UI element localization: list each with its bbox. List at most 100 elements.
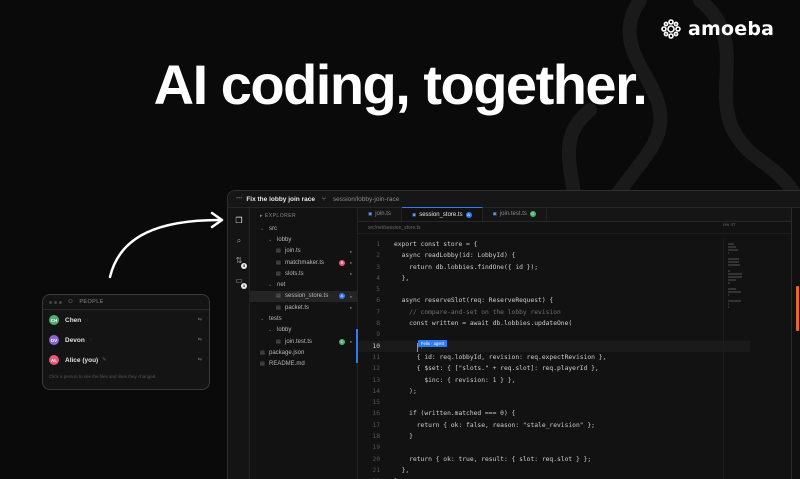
avatar: AL [49, 355, 59, 365]
tree-label: src [269, 225, 277, 232]
modified-dot-icon: ● [349, 248, 352, 254]
code-text: { $set: { ["slots." + req.slot]: req.pla… [394, 365, 599, 373]
chat-icon[interactable]: ▭ 1 [234, 276, 247, 289]
change-gutter-marker [356, 351, 358, 364]
tree-file[interactable]: ▤ slots.ts ● [250, 268, 357, 279]
line-number: 6 [376, 297, 380, 305]
minimap-line [728, 261, 739, 263]
code-line[interactable]: 9 [356, 329, 750, 341]
code-line[interactable]: 10 //Felix · agent [356, 339, 750, 352]
line-number: 7 [376, 308, 380, 316]
code-text: return { ok: true, result: { slot: req.s… [394, 455, 592, 463]
code-line[interactable]: 11 { id: req.lobbyId, revision: req.expe… [356, 351, 750, 364]
code-line[interactable]: 1 export const store = { [358, 239, 750, 250]
people-panel-header: ⚇ PEOPLE [43, 295, 209, 310]
code-line[interactable]: 21 }, [358, 465, 750, 476]
code-line[interactable]: 6 async reserveSlot(req: ReserveRequest)… [358, 295, 750, 306]
tree-label: net [277, 282, 286, 289]
code-line[interactable]: 2 async readLobby(id: LobbyId) { [358, 250, 750, 261]
code-line[interactable]: 13 $inc: { revision: 1 } }, [358, 375, 750, 386]
modified-dot-icon: ● [349, 271, 352, 277]
tree-file[interactable]: ▤ join.test.ts C ● [250, 336, 357, 347]
tree-folder[interactable]: ⌄ tests [250, 313, 357, 324]
line-number: 11 [372, 353, 380, 361]
branch-name: session/lobby-join-race [332, 195, 400, 203]
search-icon[interactable]: ⌕ [234, 236, 244, 246]
minimap-line [728, 246, 736, 248]
tree-file[interactable]: ▤ join.ts ● [250, 246, 357, 257]
code-line[interactable]: 4 }, [358, 273, 750, 284]
tree-folder[interactable]: ⌄ net [250, 279, 357, 290]
line-number: 4 [376, 274, 380, 282]
tab-session-store-ts[interactable]: ▣ session_store.ts A [401, 207, 483, 221]
modified-dot-icon: ● [349, 305, 352, 311]
code-text: }, [394, 274, 410, 282]
code-line[interactable]: 3 return db.lobbies.findOne({ id }); [358, 262, 750, 273]
edit-name-icon[interactable]: ✎ [102, 357, 106, 363]
code-line[interactable]: 17 return { ok: false, reason: "stale_re… [358, 420, 750, 431]
code-line[interactable]: 12 { $set: { ["slots." + req.slot]: req.… [358, 363, 750, 374]
file-tree: ⌄ src ⌄ lobby ▤ join.ts ● ▤ matchmaker.ts B ● ▤ slot… [250, 223, 357, 370]
file-icon: ▤ [276, 304, 281, 311]
tree-folder[interactable]: ⌄ lobby [250, 325, 357, 336]
minimap-line [728, 306, 729, 308]
amoeba-logo-icon [661, 19, 681, 39]
window-dots-icon: ••• [236, 196, 243, 202]
line-number: 14 [372, 387, 380, 395]
tree-label: package.json [269, 349, 305, 356]
code-editor[interactable]: 1 export const store = {2 async readLobby… [356, 239, 750, 479]
editor-window: ••• Fix the lobby join race ⑂ session/lo… [227, 190, 800, 479]
tree-label: slots.ts [285, 270, 304, 277]
tree-label: README.md [269, 361, 305, 368]
chevron-down-icon: ⌄ [268, 327, 273, 334]
line-number: 1 [376, 241, 380, 248]
tab-join-ts[interactable]: ▣ join.ts [358, 207, 402, 221]
code-line[interactable]: 18 } [358, 431, 750, 442]
line-number: 8 [376, 320, 380, 328]
tree-file[interactable]: ▤ matchmaker.ts B ● [250, 257, 357, 268]
code-line[interactable]: 15 [358, 397, 750, 408]
tab-join-test-ts[interactable]: ▣ join.test.ts C [483, 207, 547, 221]
presence-icon: ◌ [85, 317, 89, 323]
tree-label: join.ts [285, 248, 301, 255]
line-number: 21 [372, 466, 380, 474]
line-number: 3 [376, 263, 380, 271]
code-line[interactable]: 16 if (written.matched === 0) { [358, 408, 750, 419]
tree-file[interactable]: ▤ package.json [250, 347, 357, 358]
follow-icon[interactable]: ⇆ [198, 337, 202, 343]
people-panel: ⚇ PEOPLE CH Chen ◌ ⇆ DV Devon ◌ ⇆ AL Ali… [42, 294, 210, 390]
code-line[interactable]: 20 return { ok: true, result: { slot: re… [358, 454, 750, 465]
tree-label: tests [269, 316, 282, 323]
tree-folder[interactable]: ⌄ src [250, 223, 357, 234]
code-line[interactable]: 5 [358, 284, 750, 295]
tree-label: matchmaker.ts [285, 259, 325, 266]
minimap[interactable] [723, 239, 745, 479]
avatar: CH [49, 315, 59, 325]
chevron-down-icon: ⌄ [268, 236, 273, 243]
code-line[interactable]: 14 ); [358, 386, 750, 397]
code-line[interactable]: 8 const written = await db.lobbies.updat… [358, 318, 750, 329]
person-alice[interactable]: AL Alice (you) ✎ ⇆ [43, 350, 209, 370]
code-text: async readLobby(id: LobbyId) { [394, 252, 516, 260]
person-name: Alice (you) [65, 356, 99, 364]
follow-icon[interactable]: ⇆ [198, 317, 202, 323]
files-icon[interactable]: ❐ [234, 216, 244, 226]
file-icon: ▤ [276, 293, 281, 300]
tree-file[interactable]: ▤ packet.ts ● [250, 302, 357, 313]
follow-icon[interactable]: ⇆ [198, 357, 202, 363]
tree-folder[interactable]: ⌄ lobby [250, 234, 357, 245]
person-devon[interactable]: DV Devon ◌ ⇆ [43, 330, 209, 350]
minimap-line [728, 276, 742, 278]
tree-label: session_store.ts [285, 293, 329, 300]
tree-label: lobby [277, 327, 292, 334]
tree-file[interactable]: ▤ session_store.ts A ● [250, 290, 357, 303]
source-control-icon[interactable]: ⇅ 3 [234, 256, 247, 269]
person-chen[interactable]: CH Chen ◌ ⇆ [43, 310, 209, 330]
tree-file[interactable]: ▤ README.md [250, 359, 357, 370]
minimap-line [728, 291, 742, 293]
line-number: 20 [372, 455, 380, 463]
side-panel-edge [791, 208, 800, 479]
code-line[interactable]: 7 // compare-and-set on the lobby revisi… [358, 307, 750, 318]
code-line[interactable]: 19 [358, 442, 750, 453]
chevron-down-icon: ⌄ [260, 225, 265, 232]
